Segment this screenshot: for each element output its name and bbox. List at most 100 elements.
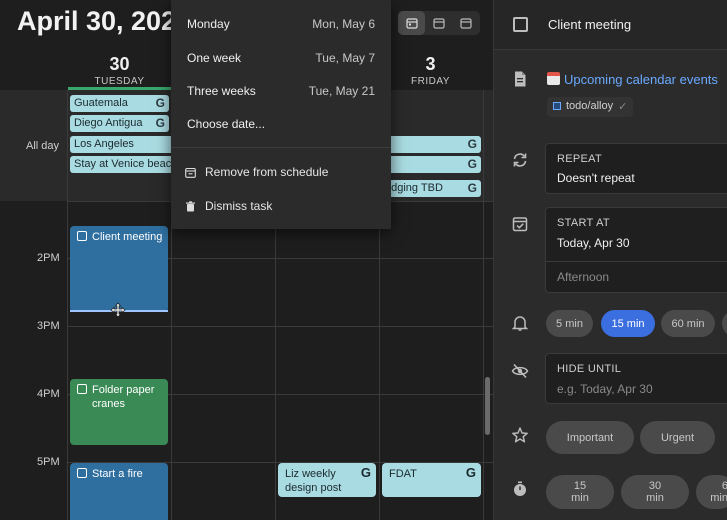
grid-line — [483, 90, 484, 520]
urgent-button[interactable]: Urgent — [640, 421, 715, 454]
reminder-60min-button[interactable]: 60 min — [661, 310, 715, 337]
menu-item-monday[interactable]: Monday Mon, May 6 — [187, 17, 375, 31]
start-time-input[interactable]: Afternoon — [557, 270, 609, 284]
all-day-event[interactable]: G — [381, 136, 481, 153]
start-at-field[interactable]: START AT Today, Apr 30 Afternoon — [545, 207, 727, 293]
event-folder-paper-cranes[interactable]: Folder paper cranes — [70, 379, 168, 445]
menu-item-label: One week — [187, 51, 242, 65]
scrollbar[interactable] — [485, 377, 490, 435]
time-label: 3PM — [37, 320, 60, 332]
event-title: Los Angeles — [74, 138, 134, 150]
upcoming-events-link[interactable]: Upcoming calendar events — [547, 72, 718, 87]
check-icon: ✓ — [618, 101, 628, 113]
tag-icon — [553, 102, 561, 110]
event-start-a-fire[interactable]: Start a fire — [70, 463, 168, 520]
task-detail-panel: Client meeting Upcoming calendar events … — [493, 0, 727, 520]
calendar-emoji-icon — [547, 72, 560, 85]
task-checkbox[interactable] — [77, 384, 87, 394]
menu-item-date: Tue, May 21 — [308, 84, 375, 98]
all-day-event[interactable]: G — [381, 156, 481, 173]
menu-item-label: Choose date... — [187, 117, 266, 131]
google-icon: G — [467, 137, 477, 151]
repeat-icon — [513, 153, 527, 167]
day-header-tuesday[interactable]: 30 TUESDAY — [68, 54, 171, 87]
hide-until-field[interactable]: HIDE UNTIL e.g. Today, Apr 30 — [545, 353, 727, 404]
field-label: REPEAT — [557, 153, 602, 165]
event-title: odging TBD — [385, 182, 443, 194]
time-label: 2PM — [37, 252, 60, 264]
task-checkbox[interactable] — [77, 231, 87, 241]
reminder-15min-button[interactable]: 15 min — [601, 310, 655, 337]
duration-unit: min — [710, 492, 727, 504]
all-day-event[interactable]: odging TBD G — [381, 180, 481, 197]
menu-item-label: Monday — [187, 17, 230, 31]
bell-icon — [511, 316, 529, 331]
link-label: Upcoming calendar events — [564, 72, 718, 87]
event-title: Diego Antigua — [74, 117, 143, 129]
all-day-event[interactable]: Guatemala G — [70, 95, 169, 112]
duration-15min-button[interactable]: 15 min — [546, 475, 614, 509]
document-icon — [515, 71, 526, 87]
eye-off-icon — [511, 363, 529, 379]
hide-until-input[interactable]: e.g. Today, Apr 30 — [557, 382, 653, 396]
important-button[interactable]: Important — [546, 421, 634, 454]
menu-item-one-week[interactable]: One week Tue, May 7 — [187, 51, 375, 65]
week-view-button[interactable] — [425, 11, 452, 35]
repeat-field[interactable]: REPEAT Doesn't repeat — [545, 143, 727, 194]
start-date-value: Today, Apr 30 — [557, 236, 630, 250]
calendar-remove-icon — [185, 167, 196, 178]
menu-item-label: Three weeks — [187, 84, 256, 98]
day-header-friday[interactable]: 3 FRIDAY — [379, 54, 482, 87]
tag-label: todo/alloy — [566, 100, 614, 112]
task-complete-checkbox[interactable] — [513, 17, 528, 32]
menu-action-label: Remove from schedule — [205, 165, 329, 179]
google-icon: G — [155, 96, 165, 110]
duration-60min-button[interactable]: 6 min — [696, 475, 727, 509]
google-icon: G — [155, 116, 165, 130]
day-name: TUESDAY — [94, 76, 145, 87]
event-title: Stay at Venice beach — [74, 158, 178, 170]
google-icon: G — [467, 181, 477, 195]
duration-30min-button[interactable]: 30 min — [621, 475, 689, 509]
dismiss-task-button[interactable]: Dismiss task — [185, 199, 272, 213]
event-title: Start a fire — [92, 468, 143, 480]
day-number: 3 — [425, 54, 436, 74]
google-icon: G — [360, 465, 371, 480]
remove-from-schedule-button[interactable]: Remove from schedule — [185, 165, 328, 179]
all-day-event[interactable]: Diego Antigua G — [70, 115, 169, 132]
calendar-icon — [432, 18, 445, 29]
menu-item-three-weeks[interactable]: Three weeks Tue, May 21 — [187, 84, 375, 98]
event-title: Client meeting — [92, 231, 163, 243]
task-title[interactable]: Client meeting — [548, 17, 631, 32]
menu-item-date: Tue, May 7 — [315, 51, 375, 65]
day-view-button[interactable] — [398, 11, 425, 35]
move-cursor-icon — [110, 302, 126, 318]
task-checkbox[interactable] — [77, 468, 87, 478]
event-fdat[interactable]: FDAT G — [382, 463, 481, 497]
menu-item-choose-date[interactable]: Choose date... — [187, 117, 375, 131]
time-label: 5PM — [37, 456, 60, 468]
event-liz-weekly[interactable]: Liz weekly design post G — [278, 463, 376, 497]
reminder-more-button[interactable] — [722, 310, 727, 337]
tag-chip[interactable]: todo/alloy ✓ — [547, 97, 634, 117]
time-label: 4PM — [37, 388, 60, 400]
all-day-event[interactable]: Stay at Venice beach — [70, 156, 179, 173]
google-icon: G — [467, 157, 477, 171]
all-day-label: All day — [26, 140, 60, 152]
event-title: FDAT — [389, 468, 417, 480]
month-view-button[interactable] — [452, 11, 479, 35]
event-client-meeting[interactable]: Client meeting — [70, 226, 168, 312]
all-day-event[interactable]: Los Angeles — [70, 136, 179, 153]
grid-line — [67, 90, 68, 520]
menu-action-label: Dismiss task — [205, 199, 273, 213]
duration-number: 15 — [573, 480, 587, 492]
duration-number: 6 — [722, 480, 727, 492]
trash-icon — [186, 200, 195, 211]
calendar-check-icon — [512, 217, 528, 232]
menu-divider — [171, 147, 391, 148]
grid-line — [68, 326, 493, 327]
reminder-5min-button[interactable]: 5 min — [546, 310, 593, 337]
calendar-title: April 30, 2024 — [17, 6, 192, 36]
calendar-icon — [459, 18, 472, 29]
field-label: START AT — [557, 217, 610, 229]
